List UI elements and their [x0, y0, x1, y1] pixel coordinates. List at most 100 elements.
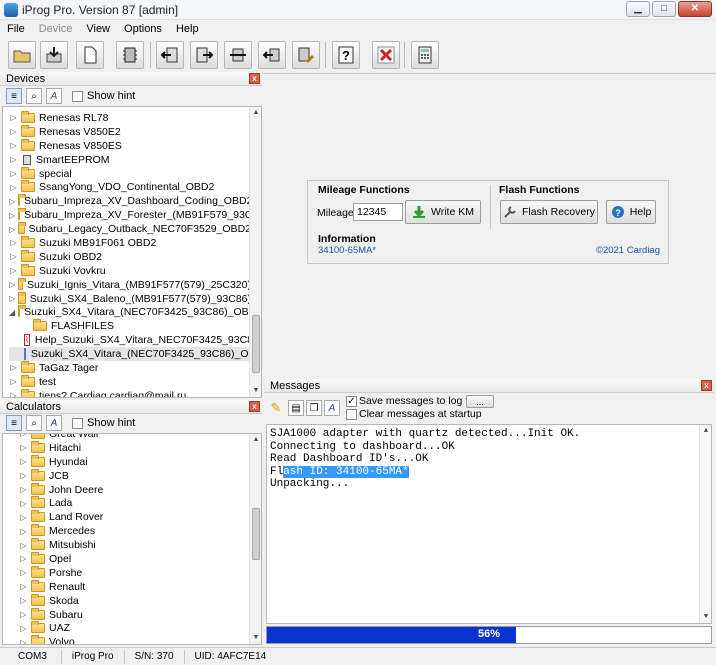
expand-arrow-icon[interactable]: ▷: [9, 169, 18, 178]
devices-scrollbar[interactable]: ▲ ▼: [249, 107, 261, 397]
devices-show-hint-checkbox[interactable]: [72, 90, 83, 102]
read-button[interactable]: [156, 41, 184, 69]
calculators-show-hint-checkbox[interactable]: [72, 417, 83, 429]
device-tree-item[interactable]: ⌇ Help_Suzuki_SX4_Vitara_NEC70F3425_93C86…: [9, 333, 261, 347]
calculators-close-button[interactable]: x: [249, 401, 260, 412]
copy-icon[interactable]: ❐: [306, 400, 322, 416]
clear-at-startup-checkbox[interactable]: [346, 409, 357, 420]
calculator-tree-item[interactable]: ▷ Land Rover: [19, 510, 247, 524]
expand-arrow-icon[interactable]: ▷: [9, 363, 18, 372]
expand-arrow-icon[interactable]: ▷: [9, 252, 18, 261]
scroll-up-arrow[interactable]: ▲: [250, 434, 261, 446]
expand-arrow-icon[interactable]: ▷: [9, 155, 18, 164]
expand-arrow-icon[interactable]: ▷: [9, 197, 15, 206]
device-tree-item[interactable]: ◢ Suzuki_SX4_Vitara_(NEC70F3425_93C86)_OB…: [9, 305, 261, 319]
device-tree-item[interactable]: ▷ SsangYong_VDO_Continental_OBD2: [9, 180, 251, 194]
device-tree-item[interactable]: ▷ Subaru_Impreza_XV_Dashboard_Coding_OBD2: [9, 194, 252, 208]
expand-arrow-icon[interactable]: ▷: [9, 294, 15, 303]
expand-arrow-icon[interactable]: ▷: [19, 624, 28, 633]
device-tree-item[interactable]: ▷ test: [9, 374, 251, 389]
expand-arrow-icon[interactable]: ▷: [19, 499, 28, 508]
expand-arrow-icon[interactable]: ▷: [19, 527, 28, 536]
chip-button[interactable]: [116, 41, 144, 69]
device-tree-item[interactable]: ▷ Suzuki OBD2: [9, 249, 251, 264]
expand-arrow-icon[interactable]: ▷: [19, 582, 28, 591]
device-tree-item[interactable]: ▷ Suzuki Vovkru: [9, 263, 251, 278]
device-tree-item[interactable]: ▷ special: [9, 166, 251, 181]
calculator-tree-item[interactable]: ▷ John Deere: [19, 482, 247, 497]
scroll-up-arrow[interactable]: ▲: [700, 425, 712, 437]
copyright-link[interactable]: ©2021 Cardiag: [596, 245, 660, 256]
maximize-button[interactable]: □: [652, 1, 676, 17]
expand-arrow-icon[interactable]: ▷: [19, 638, 28, 644]
calculator-tree-item[interactable]: ▷ Hyundai: [19, 454, 247, 469]
expand-arrow-icon[interactable]: ▷: [19, 471, 28, 480]
calculator-tree-item[interactable]: ▷ Renault: [19, 579, 247, 594]
save-log-icon[interactable]: ▤: [288, 400, 304, 416]
minimize-button[interactable]: ▁: [626, 1, 650, 17]
verify-button[interactable]: [224, 41, 252, 69]
calculators-scrollbar[interactable]: ▲ ▼: [249, 434, 261, 644]
open-folder-button[interactable]: [8, 41, 36, 69]
device-tree-item[interactable]: ▷ tiens? Cardiag cardiag@mail.ru: [9, 388, 251, 397]
expand-arrow-icon[interactable]: ▷: [19, 443, 28, 452]
write-km-button[interactable]: Write KM: [405, 200, 481, 224]
close-window-button[interactable]: ✕: [678, 1, 712, 17]
scroll-down-arrow[interactable]: ▼: [700, 611, 712, 623]
calculator-tree-item[interactable]: ▷ Mercedes: [19, 524, 247, 538]
expand-arrow-icon[interactable]: ▷: [9, 238, 18, 247]
tree-view-icon[interactable]: ≡: [6, 415, 22, 431]
expand-arrow-icon[interactable]: ▷: [9, 113, 18, 122]
device-tree-item[interactable]: ▷ Suzuki_Ignis_Vitara_(MB91F577(579)_25C3…: [9, 277, 251, 292]
expand-arrow-icon[interactable]: ▷: [19, 434, 28, 438]
save-log-checkbox[interactable]: [346, 396, 357, 407]
new-file-button[interactable]: [76, 41, 104, 69]
expand-arrow-icon[interactable]: ▷: [9, 280, 15, 289]
calculator-button[interactable]: [411, 41, 439, 69]
search-icon[interactable]: ⌕: [26, 415, 42, 431]
expand-arrow-icon[interactable]: ▷: [9, 391, 18, 397]
scroll-down-arrow[interactable]: ▼: [250, 385, 261, 397]
calculator-tree-item[interactable]: ▷ Opel: [19, 551, 247, 566]
device-tree-item[interactable]: ▷ Renesas RL78: [9, 110, 251, 125]
menu-view[interactable]: View: [79, 23, 117, 35]
scroll-thumb[interactable]: [252, 315, 260, 373]
expand-arrow-icon[interactable]: ▷: [19, 541, 28, 550]
save-button[interactable]: [40, 41, 68, 69]
device-tree-item[interactable]: ▷ Suzuki MB91F061 OBD2: [9, 235, 251, 250]
device-tree-item[interactable]: ▷ Renesas V850E2: [9, 124, 251, 139]
messages-close-button[interactable]: x: [701, 380, 712, 391]
clear-brush-icon[interactable]: ✎: [268, 400, 284, 416]
calculator-tree-item[interactable]: ▷ Subaru: [19, 607, 247, 622]
expand-arrow-icon[interactable]: ▷: [19, 513, 28, 522]
tree-view-icon[interactable]: ≡: [6, 88, 22, 104]
menu-device[interactable]: Device: [32, 23, 80, 35]
device-tree-item[interactable]: ▷ Renesas V850ES: [9, 138, 251, 153]
browse-log-button[interactable]: ...: [466, 395, 494, 408]
expand-arrow-icon[interactable]: ▷: [9, 211, 15, 220]
device-tree-item[interactable]: ▷ SmartEEPROM: [9, 153, 251, 167]
menu-file[interactable]: File: [0, 23, 32, 35]
program-button[interactable]: [292, 41, 320, 69]
expand-arrow-icon[interactable]: ▷: [9, 127, 18, 136]
messages-log[interactable]: SJA1000 adapter with quartz detected...I…: [266, 424, 712, 624]
device-tree-item[interactable]: ▷ Subaru_Impreza_XV_Forester_(MB91F579_93…: [9, 208, 261, 222]
search-icon[interactable]: ⌕: [26, 88, 42, 104]
font-icon[interactable]: A: [46, 88, 62, 104]
device-tree-item[interactable]: ▷ TaGaz Tager: [9, 360, 251, 375]
expand-arrow-icon[interactable]: ▷: [19, 457, 28, 466]
messages-scrollbar[interactable]: ▲ ▼: [699, 425, 711, 623]
device-tree-item[interactable]: ▷ Suzuki_SX4_Baleno_(MB91F577(579)_93C86): [9, 291, 251, 306]
calculator-tree-item[interactable]: ▷ Volvo: [19, 635, 247, 644]
expand-arrow-icon[interactable]: ▷: [19, 596, 28, 605]
expand-arrow-icon[interactable]: ▷: [9, 377, 18, 386]
font-icon[interactable]: A: [46, 415, 62, 431]
font-icon[interactable]: A: [324, 400, 340, 416]
scroll-thumb[interactable]: [252, 508, 260, 560]
expand-arrow-icon[interactable]: ▷: [19, 610, 28, 619]
expand-arrow-icon[interactable]: ▷: [19, 568, 28, 577]
flash-recovery-button[interactable]: Flash Recovery: [500, 200, 598, 224]
device-tree-item[interactable]: FLASHFILES: [9, 319, 251, 333]
calculator-tree-item[interactable]: ▷ Mitsubishi: [19, 538, 247, 552]
calculator-tree-item[interactable]: ▷ Porshe: [19, 565, 247, 580]
